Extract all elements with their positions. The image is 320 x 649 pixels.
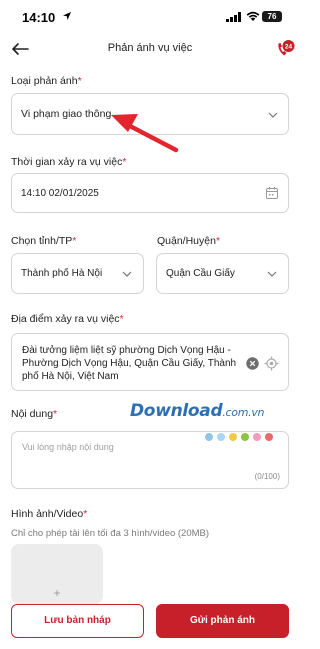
district-select-value: Quận Cầu Giấy: [166, 268, 235, 279]
watermark-main: Download: [130, 401, 223, 421]
required-mark: *: [119, 313, 124, 325]
download-watermark: Download.com.vn: [130, 401, 265, 421]
chevron-down-icon: [268, 112, 278, 118]
hotline-24h-icon[interactable]: 24: [275, 39, 295, 59]
content-placeholder: Vui lòng nhập nội dung: [22, 442, 114, 452]
type-label: Loại phản ánh*: [11, 75, 82, 87]
content-counter: (0/100): [254, 472, 280, 481]
watermark-dot: [265, 433, 273, 441]
watermark-dot: [217, 433, 225, 441]
location-label-text: Địa điểm xảy ra vụ việc: [11, 313, 120, 325]
page-title: Phản ánh vụ việc: [107, 42, 193, 54]
province-label-text: Chọn tỉnh/TP: [11, 235, 73, 247]
watermark-dot: [241, 433, 249, 441]
chevron-down-icon: [122, 271, 132, 277]
required-mark: *: [122, 156, 127, 168]
province-select-value: Thành phố Hà Nội: [21, 268, 103, 279]
status-time: 14:10: [22, 10, 56, 25]
media-label-text: Hình ảnh/Video: [11, 508, 84, 520]
wifi-icon: [246, 11, 260, 21]
time-field[interactable]: 14:10 02/01/2025: [11, 173, 289, 213]
province-label: Chọn tỉnh/TP*: [11, 235, 76, 247]
district-label-text: Quận/Huyện: [157, 235, 216, 247]
district-label: Quận/Huyện*: [157, 235, 220, 247]
location-label: Địa điểm xảy ra vụ việc*: [11, 313, 124, 325]
time-label: Thời gian xảy ra vụ việc*: [11, 156, 126, 168]
upload-plus-icon: +: [53, 586, 61, 600]
watermark-dot: [253, 433, 261, 441]
watermark-dots: [205, 428, 277, 446]
location-arrow-icon: [63, 12, 71, 20]
required-mark: *: [53, 408, 58, 420]
required-mark: *: [83, 508, 88, 520]
status-bar: 14:10 76: [0, 0, 300, 34]
type-label-text: Loại phản ánh: [11, 75, 78, 87]
required-mark: *: [72, 235, 77, 247]
watermark-dot: [205, 433, 213, 441]
content-label: Nội dung*: [11, 408, 57, 420]
district-select[interactable]: Quận Cầu Giấy: [156, 253, 289, 294]
location-field[interactable]: Đài tưởng liệm liệt sỹ phường Dịch Vọng …: [11, 333, 289, 391]
watermark-dot: [229, 433, 237, 441]
app-header: Phản ánh vụ việc 24: [0, 34, 300, 64]
watermark-sub: .com.vn: [222, 406, 265, 419]
type-select[interactable]: Vi phạm giao thông: [11, 93, 289, 135]
submit-button[interactable]: Gửi phản ánh: [156, 604, 289, 638]
time-label-text: Thời gian xảy ra vụ việc: [11, 156, 123, 168]
clear-icon[interactable]: [246, 357, 259, 370]
province-select[interactable]: Thành phố Hà Nội: [11, 253, 144, 294]
type-select-value: Vi phạm giao thông: [21, 108, 112, 120]
save-draft-button[interactable]: Lưu bản nháp: [11, 604, 144, 638]
hotline-badge: 24: [285, 43, 293, 50]
media-hint: Chỉ cho phép tải lên tối đa 3 hình/video…: [11, 528, 210, 539]
required-mark: *: [215, 235, 221, 247]
signal-icon: [226, 12, 241, 22]
location-field-value: Đài tưởng liệm liệt sỹ phường Dịch Vọng …: [22, 345, 237, 382]
upload-box[interactable]: +: [11, 544, 103, 604]
chevron-down-icon: [267, 271, 277, 277]
content-label-text: Nội dung: [11, 408, 54, 420]
battery-indicator: 76: [262, 11, 282, 22]
locate-icon[interactable]: [264, 356, 279, 371]
time-field-value: 14:10 02/01/2025: [21, 188, 99, 199]
media-label: Hình ảnh/Video*: [11, 508, 87, 520]
calendar-icon[interactable]: [265, 186, 279, 200]
required-mark: *: [77, 75, 82, 87]
